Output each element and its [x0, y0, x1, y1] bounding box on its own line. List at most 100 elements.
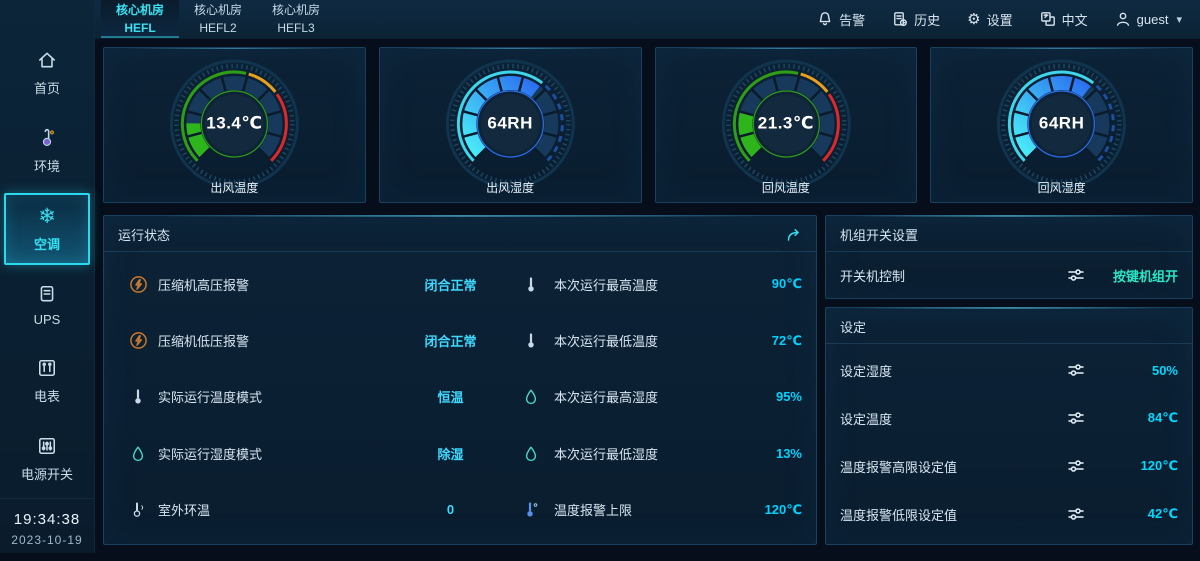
- setpoint-row: 温度报警高限设定值 120℃: [826, 442, 1192, 490]
- sidebar-item-environment[interactable]: 环境: [4, 115, 90, 187]
- status-row: 室外环温 0 温度报警上限 120℃: [104, 500, 816, 519]
- outdoor-thermometer-icon: [118, 501, 158, 518]
- sidebar-item-home[interactable]: 首页: [4, 37, 90, 109]
- gauge-outlet-humidity: 64RH 出风湿度: [379, 47, 642, 203]
- bell-icon: [817, 11, 833, 27]
- thermometer-icon: [37, 127, 57, 149]
- setpoint-label: 设定湿度: [840, 361, 1060, 380]
- thermometer-icon: [118, 388, 158, 405]
- gauge-return-humidity: 64RH 回风湿度: [930, 47, 1193, 203]
- setpoints-panel: 设定 设定湿度 50% 设定温度 84℃ 温度报: [825, 307, 1193, 545]
- sliders-icon[interactable]: [1060, 267, 1092, 283]
- gauge-value: 64RH: [380, 114, 641, 134]
- snowflake-icon: ❄: [38, 205, 56, 227]
- tab-room-hefl2[interactable]: 核心机房 HEFL2: [179, 0, 257, 38]
- tab-name: 核心机房: [194, 2, 242, 19]
- status-value: 90℃: [728, 276, 802, 292]
- status-rows: 压缩机高压报警 闭合正常 本次运行最高温度 90℃ 压缩机低压报警 闭合正常 本…: [104, 252, 816, 544]
- panel-title: 机组开关设置: [840, 225, 918, 244]
- history-menu-item[interactable]: 历史: [892, 10, 940, 29]
- thermometer-icon: [508, 276, 554, 293]
- history-icon: [892, 11, 908, 27]
- running-status-panel: 运行状态 压缩机高压报警 闭合正常 本次运行最高温度 90℃: [103, 215, 817, 545]
- sidebar-item-label: 电表: [34, 386, 60, 405]
- user-icon: [1115, 11, 1131, 27]
- settings-label: 设置: [987, 10, 1013, 29]
- home-icon: [37, 49, 57, 71]
- language-label: 中文: [1062, 10, 1088, 29]
- panel-title: 设定: [840, 317, 866, 336]
- user-name: guest: [1137, 12, 1169, 27]
- gauge-label: 回风湿度: [931, 179, 1192, 196]
- right-column: 机组开关设置 开关机控制 按键机组开 设定 设定湿度 50%: [825, 215, 1193, 545]
- topbar-menu: 告警 历史 ⚙ 设置 中文 guest ▾: [817, 0, 1200, 38]
- sliders-icon[interactable]: [1060, 506, 1092, 522]
- status-value: 恒温: [393, 387, 508, 406]
- setpoint-value: 42℃: [1092, 506, 1178, 522]
- tab-room-hefl3[interactable]: 核心机房 HEFL3: [257, 0, 335, 38]
- status-label: 实际运行湿度模式: [158, 444, 393, 463]
- alarm-menu-item[interactable]: 告警: [817, 10, 865, 29]
- sidebar-item-label: 环境: [34, 156, 60, 175]
- thermometer-icon: [508, 332, 554, 349]
- settings-menu-item[interactable]: ⚙ 设置: [967, 10, 1012, 29]
- gauge-outlet-temp: 13.4℃ 出风温度: [103, 47, 366, 203]
- gauge-label: 出风湿度: [380, 179, 641, 196]
- gauge-return-temp: 21.3℃ 回风温度: [655, 47, 918, 203]
- status-row: 压缩机高压报警 闭合正常 本次运行最高温度 90℃: [104, 275, 816, 294]
- tab-code: HEFL: [116, 20, 164, 37]
- history-label: 历史: [914, 10, 940, 29]
- status-value: 120℃: [728, 502, 802, 518]
- sidebar-item-power-switch[interactable]: 电源开关: [4, 423, 90, 495]
- droplet-icon: [508, 445, 554, 462]
- setpoint-row: 设定温度 84℃: [826, 394, 1192, 442]
- chevron-down-icon: ▾: [1176, 13, 1182, 26]
- sidebar: 首页 环境 ❄ 空调 UPS 电表 电源开关 19:34:38: [0, 0, 95, 553]
- sidebar-item-aircon[interactable]: ❄ 空调: [4, 193, 90, 265]
- status-label: 本次运行最低温度: [554, 331, 728, 350]
- clock-time: 19:34:38: [0, 511, 94, 528]
- status-label: 本次运行最高温度: [554, 275, 728, 294]
- room-tabs: 核心机房 HEFL 核心机房 HEFL2 核心机房 HEFL3: [95, 0, 335, 38]
- droplet-icon: [118, 445, 158, 462]
- sliders-icon[interactable]: [1060, 458, 1092, 474]
- status-label: 室外环温: [158, 500, 393, 519]
- alarm-label: 告警: [839, 10, 865, 29]
- language-menu-item[interactable]: 中文: [1040, 10, 1088, 29]
- status-label: 本次运行最高湿度: [554, 387, 728, 406]
- unit-on-button[interactable]: 按键机组开: [1092, 266, 1178, 285]
- switch-control-row: 开关机控制 按键机组开: [826, 252, 1192, 298]
- user-menu[interactable]: guest ▾: [1115, 11, 1182, 27]
- sliders-icon[interactable]: [1060, 410, 1092, 426]
- setpoint-rows: 设定湿度 50% 设定温度 84℃ 温度报警高限设定值 120℃: [826, 344, 1192, 544]
- refresh-icon[interactable]: [785, 227, 802, 242]
- setpoint-label: 温度报警高限设定值: [840, 457, 1060, 476]
- power-switch-icon: [37, 435, 57, 457]
- setpoint-value: 84℃: [1092, 410, 1178, 426]
- status-label: 压缩机低压报警: [158, 331, 393, 350]
- tab-code: HEFL3: [272, 20, 320, 37]
- status-value: 除湿: [393, 444, 508, 463]
- status-value: 闭合正常: [393, 275, 508, 294]
- gauge-label: 回风温度: [656, 179, 917, 196]
- control-label: 开关机控制: [840, 266, 1060, 285]
- sidebar-item-meter[interactable]: 电表: [4, 345, 90, 417]
- language-icon: [1040, 11, 1056, 27]
- sidebar-item-ups[interactable]: UPS: [4, 271, 90, 339]
- setpoint-label: 设定温度: [840, 409, 1060, 428]
- gauge-value: 64RH: [931, 114, 1192, 134]
- setpoint-label: 温度报警低限设定值: [840, 505, 1060, 524]
- tab-name: 核心机房: [116, 2, 164, 19]
- tab-room-hefl[interactable]: 核心机房 HEFL: [101, 0, 179, 38]
- status-label: 实际运行温度模式: [158, 387, 393, 406]
- gear-icon: ⚙: [967, 12, 980, 27]
- sliders-icon[interactable]: [1060, 362, 1092, 378]
- status-row: 压缩机低压报警 闭合正常 本次运行最低温度 72℃: [104, 331, 816, 350]
- gauge-row: 13.4℃ 出风温度 64RH 出风湿度 21.3℃ 回风温度: [103, 47, 1193, 203]
- clock: 19:34:38 2023-10-19: [0, 498, 94, 561]
- status-value: 0: [393, 502, 508, 517]
- sidebar-item-label: 首页: [34, 78, 60, 97]
- gauge-label: 出风温度: [104, 179, 365, 196]
- status-label: 本次运行最低湿度: [554, 444, 728, 463]
- droplet-icon: [508, 388, 554, 405]
